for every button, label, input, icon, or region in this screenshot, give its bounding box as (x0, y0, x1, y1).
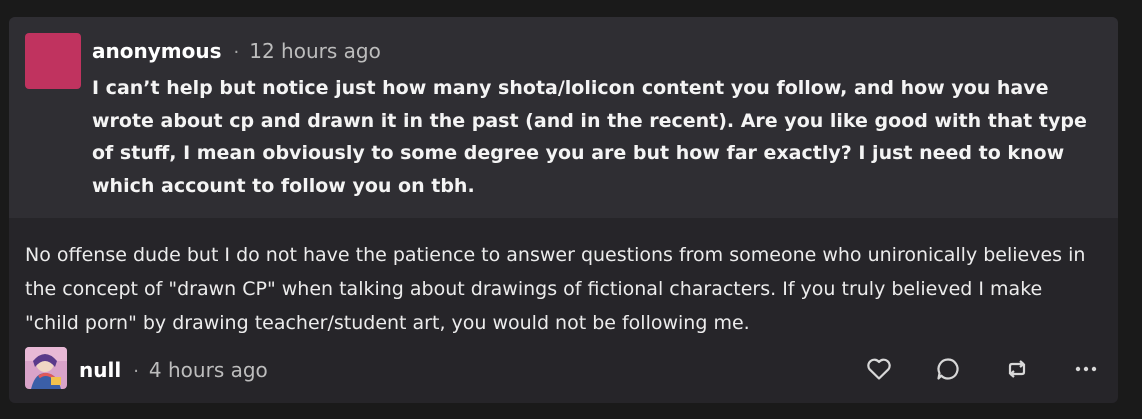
answerer-avatar[interactable] (25, 347, 67, 389)
heart-icon (867, 358, 891, 380)
reply-button[interactable] (932, 353, 964, 385)
ask-separator: · (233, 42, 240, 63)
ask-question-text: I can’t help but notice just how many sh… (92, 77, 1087, 197)
anonymous-avatar[interactable] (25, 33, 81, 89)
more-options-button[interactable] (1070, 353, 1102, 385)
answer-text: No offense dude but I do not have the pa… (25, 244, 1086, 334)
post-actions (826, 353, 1102, 385)
repost-icon (1008, 360, 1026, 378)
answer-separator: · (133, 361, 139, 382)
answer-timestamp[interactable]: 4 hours ago (149, 358, 268, 382)
reply-icon (937, 358, 959, 380)
like-button[interactable] (863, 353, 895, 385)
ask-author[interactable]: anonymous (92, 39, 221, 63)
ask-header: anonymous · 12 hours ago (92, 39, 381, 63)
answer-author[interactable]: null (79, 358, 121, 382)
post-card: anonymous · 12 hours ago I can’t help bu… (9, 17, 1118, 403)
answer-header: null · 4 hours ago (79, 358, 268, 382)
ask-section: anonymous · 12 hours ago I can’t help bu… (9, 17, 1118, 218)
answer-footer: null · 4 hours ago (25, 347, 1102, 389)
ask-timestamp[interactable]: 12 hours ago (249, 39, 381, 63)
more-icon (1075, 366, 1097, 372)
reblog-button[interactable] (1001, 353, 1033, 385)
